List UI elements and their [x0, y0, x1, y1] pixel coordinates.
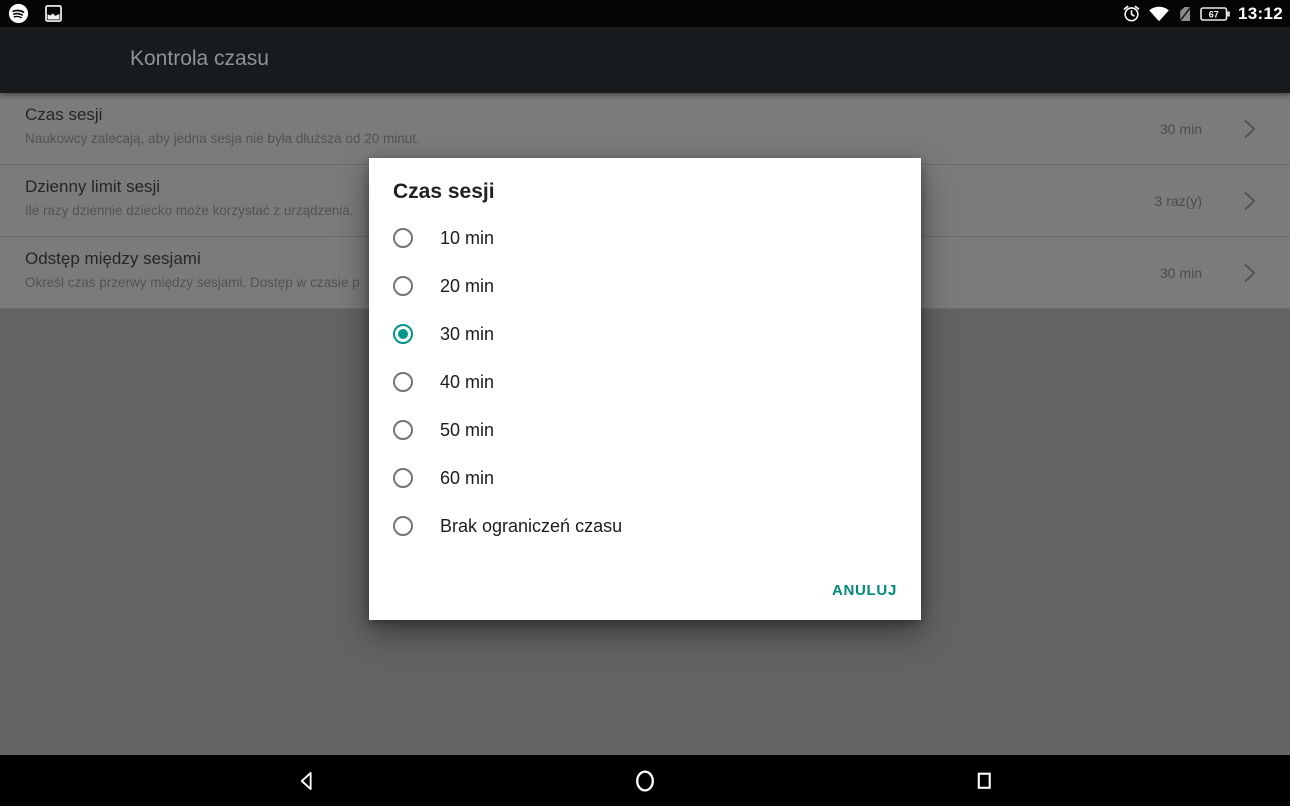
battery-level-text: 67 [1209, 9, 1219, 19]
radio-option-label: 20 min [440, 276, 494, 297]
status-bar-notifications [8, 0, 63, 27]
radio-option-10-min[interactable]: 10 min [369, 214, 921, 262]
radio-button-selected-icon [393, 324, 413, 344]
radio-option-30-min[interactable]: 30 min [369, 310, 921, 358]
setting-subtitle: Ile razy dziennie dziecko może korzystać… [25, 203, 354, 218]
radio-option-label: 10 min [440, 228, 494, 249]
status-bar: 67 13:12 [0, 0, 1290, 27]
setting-row-session-time[interactable]: Czas sesji Naukowcy zalecają, aby jedna … [0, 93, 1290, 165]
spotify-icon [8, 3, 29, 24]
radio-option-60-min[interactable]: 60 min [369, 454, 921, 502]
setting-subtitle: Naukowcy zalecają, aby jedna sesja nie b… [25, 131, 420, 146]
setting-value: 30 min [1160, 237, 1202, 308]
radio-option-label: Brak ograniczeń czasu [440, 516, 622, 537]
setting-title: Odstęp między sesjami [25, 249, 201, 269]
radio-option-20-min[interactable]: 20 min [369, 262, 921, 310]
page-title: Kontrola czasu [130, 47, 269, 71]
chevron-right-icon [1235, 259, 1262, 286]
radio-button-icon [393, 420, 413, 440]
dialog-option-list: 10 min 20 min 30 min 40 min 50 min 60 mi… [369, 214, 921, 550]
radio-button-icon [393, 372, 413, 392]
no-sim-icon [1177, 5, 1193, 23]
radio-option-40-min[interactable]: 40 min [369, 358, 921, 406]
setting-title: Dzienny limit sesji [25, 177, 160, 197]
radio-button-icon [393, 468, 413, 488]
setting-subtitle: Określ czas przerwy między sesjami. Dost… [25, 275, 360, 290]
radio-option-50-min[interactable]: 50 min [369, 406, 921, 454]
setting-title: Czas sesji [25, 105, 102, 125]
radio-option-label: 60 min [440, 468, 494, 489]
recents-button[interactable] [972, 768, 997, 793]
chevron-right-icon [1235, 115, 1262, 142]
chevron-right-icon [1235, 187, 1262, 214]
radio-button-icon [393, 276, 413, 296]
navigation-bar [0, 755, 1290, 806]
radio-option-label: 50 min [440, 420, 494, 441]
wifi-icon [1148, 5, 1170, 22]
status-bar-clock: 13:12 [1238, 4, 1283, 24]
dialog-title: Czas sesji [369, 158, 921, 212]
radio-button-icon [393, 228, 413, 248]
radio-button-icon [393, 516, 413, 536]
setting-value: 3 raz(y) [1155, 165, 1202, 236]
cancel-button[interactable]: ANULUJ [832, 582, 897, 599]
android-screen: 67 13:12 Kontrola czasu Czas sesji Nauko… [0, 0, 1290, 806]
alarm-icon [1122, 4, 1141, 23]
home-button[interactable] [633, 768, 658, 793]
app-bar: Kontrola czasu [0, 27, 1290, 93]
radio-option-label: 40 min [440, 372, 494, 393]
radio-option-label: 30 min [440, 324, 494, 345]
screenshot-icon [44, 4, 63, 23]
session-time-dialog: Czas sesji 10 min 20 min 30 min 40 min 5… [369, 158, 921, 620]
setting-value: 30 min [1160, 93, 1202, 164]
back-button[interactable] [295, 768, 320, 793]
radio-option-no-limit[interactable]: Brak ograniczeń czasu [369, 502, 921, 550]
battery-icon: 67 [1200, 6, 1231, 22]
status-bar-system: 67 13:12 [1122, 0, 1283, 27]
